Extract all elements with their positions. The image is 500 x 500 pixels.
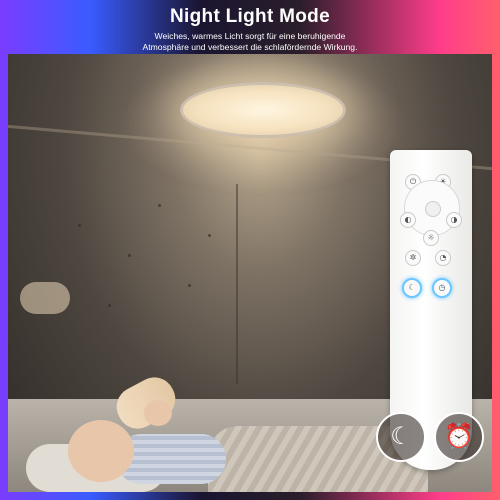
ceiling-lamp <box>180 82 346 138</box>
wall-star <box>208 234 211 237</box>
brightness-down-icon: ☼ <box>423 230 439 246</box>
subtitle-line-1: Weiches, warmes Licht sorgt für eine ber… <box>154 31 346 41</box>
header: Night Light Mode Weiches, warmes Licht s… <box>0 0 500 56</box>
color-temp-left-icon: ◐ <box>400 212 416 228</box>
alarm-clock-icon: ⏰ <box>434 412 484 462</box>
dpad-center <box>425 201 441 217</box>
subtitle-line-2: Atmosphäre und verbessert die schlaförde… <box>142 42 358 52</box>
wall-corner <box>236 184 238 384</box>
wall-star <box>78 224 81 227</box>
cloud-lamp <box>20 282 70 314</box>
wall-star <box>188 284 191 287</box>
baby-head <box>68 420 134 482</box>
moon-small-icon: ☾ <box>402 278 422 298</box>
wall-star <box>108 304 111 307</box>
baby-hand <box>144 400 172 426</box>
wall-star <box>158 204 161 207</box>
color-temp-right-icon: ◑ <box>446 212 462 228</box>
timer-small-icon: ◔ <box>435 250 451 266</box>
page-title: Night Light Mode <box>170 6 330 27</box>
product-image: Night Light Mode Weiches, warmes Licht s… <box>0 0 500 500</box>
fan-icon: ✲ <box>405 250 421 266</box>
clock-small-icon: ◷ <box>432 278 452 298</box>
moon-star-icon: ☾ <box>376 412 426 462</box>
subtitle: Weiches, warmes Licht sorgt für eine ber… <box>0 31 500 53</box>
wall-star <box>128 254 131 257</box>
